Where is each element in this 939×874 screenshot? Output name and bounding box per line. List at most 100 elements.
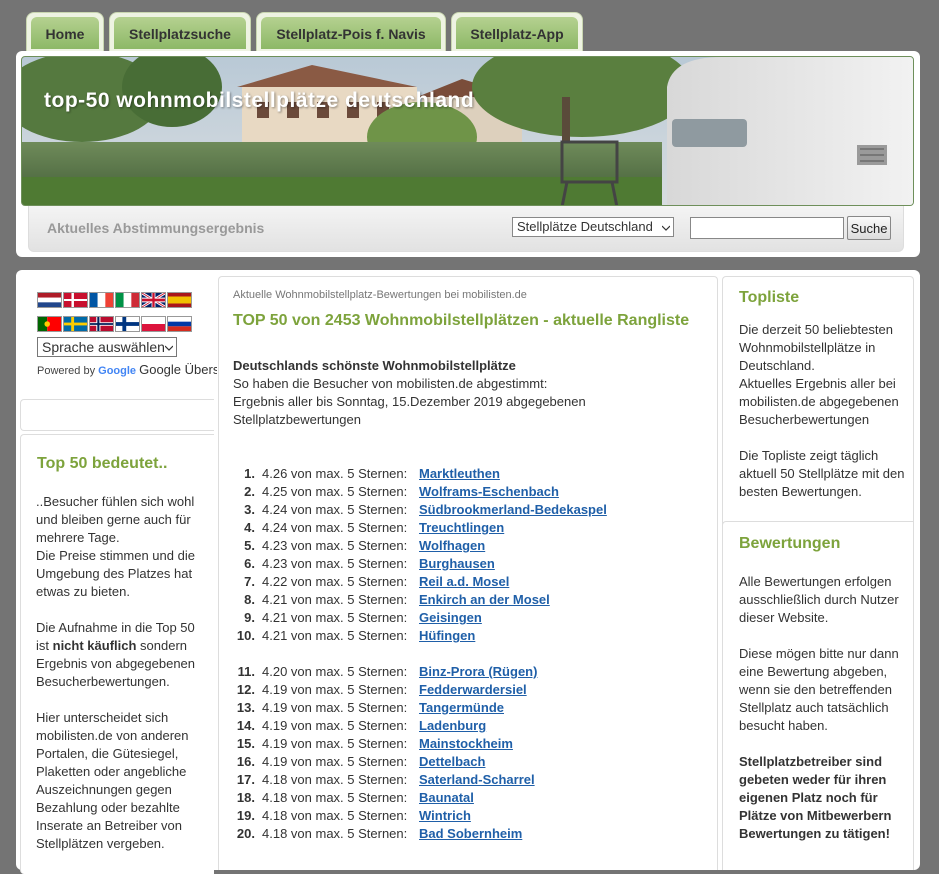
bewertungen-paragraph-1: Alle Bewertungen erfolgen ausschließlich… bbox=[739, 574, 899, 625]
place-link[interactable]: Tangermünde bbox=[419, 699, 504, 717]
rank-score: 4.19 von max. 5 Sternen: bbox=[262, 682, 408, 697]
flag-fi-icon[interactable] bbox=[115, 316, 140, 332]
place-link[interactable]: Hüfingen bbox=[419, 627, 475, 645]
rank-number: 20. bbox=[236, 826, 255, 841]
tab-stellplatz-app[interactable]: Stellplatz-App bbox=[451, 12, 583, 52]
place-link[interactable]: Wolfhagen bbox=[419, 537, 485, 555]
flag-nl-icon[interactable] bbox=[37, 292, 62, 308]
flag-ru-icon[interactable] bbox=[167, 316, 192, 332]
powered-by-label: Powered by bbox=[37, 365, 96, 377]
place-link[interactable]: Geisingen bbox=[419, 609, 482, 627]
flag-fr-icon[interactable] bbox=[89, 292, 114, 308]
right-sidebar: Topliste Die derzeit 50 beliebtesten Woh… bbox=[722, 276, 914, 870]
tab-stellplatz-pois-label[interactable]: Stellplatz-Pois f. Navis bbox=[261, 17, 441, 49]
search-button[interactable]: Suche bbox=[847, 216, 891, 240]
country-select[interactable]: Stellplätze Deutschland bbox=[512, 217, 674, 237]
rank-score: 4.24 von max. 5 Sternen: bbox=[262, 520, 408, 535]
place-link[interactable]: Mainstockheim bbox=[419, 735, 513, 753]
flag-es-icon[interactable] bbox=[167, 292, 192, 308]
powered-by-google: Powered by Google Google Übersetzer bbox=[37, 362, 217, 377]
flag-pt-icon[interactable] bbox=[37, 316, 62, 332]
search-input[interactable] bbox=[690, 217, 844, 239]
chevron-down-icon bbox=[165, 345, 173, 351]
flag-se-icon[interactable] bbox=[63, 316, 88, 332]
rank-score: 4.25 von max. 5 Sternen: bbox=[262, 484, 408, 499]
bewertungen-text: Alle Bewertungen erfolgen ausschließlich… bbox=[739, 573, 907, 843]
google-translate-link[interactable]: Google Übersetzer bbox=[139, 362, 217, 377]
place-link[interactable]: Fedderwardersiel bbox=[419, 681, 527, 699]
list-item: 6. 4.23 von max. 5 Sternen: Burghausen bbox=[231, 555, 711, 573]
bewertungen-title: Bewertungen bbox=[739, 535, 841, 552]
tab-home-label[interactable]: Home bbox=[31, 17, 99, 49]
place-link[interactable]: Südbrookmerland-Bedekaspel bbox=[419, 501, 607, 519]
main-content: Aktuelle Wohnmobilstellplatz-Bewertungen… bbox=[218, 276, 718, 870]
tab-stellplatz-pois[interactable]: Stellplatz-Pois f. Navis bbox=[256, 12, 446, 52]
rank-number: 19. bbox=[236, 808, 255, 823]
rank-number: 16. bbox=[236, 754, 255, 769]
place-link[interactable]: Wolframs-Eschenbach bbox=[419, 483, 559, 501]
list-item: 3. 4.24 von max. 5 Sternen: Südbrookmerlan… bbox=[231, 501, 711, 519]
rank-score: 4.21 von max. 5 Sternen: bbox=[262, 610, 408, 625]
list-item: 20. 4.18 von max. 5 Sternen: Bad Sobernhei… bbox=[231, 825, 711, 843]
main-intro: Deutschlands schönste Wohnmobilstellplät… bbox=[233, 357, 703, 429]
header-banner-image: top-50 wohnmobilstellplätze deutschland bbox=[21, 56, 914, 206]
tab-home[interactable]: Home bbox=[26, 12, 104, 52]
google-logo: Google bbox=[98, 365, 137, 377]
list-item: 17. 4.18 von max. 5 Sternen: Saterland-Sch… bbox=[231, 771, 711, 789]
place-link[interactable]: Binz-Prora (Rügen) bbox=[419, 663, 537, 681]
list-item: 4. 4.24 von max. 5 Sternen: Treuchtlingen bbox=[231, 519, 711, 537]
top50-paragraph-2: Die Preise stimmen und die Umgebung des … bbox=[36, 548, 195, 599]
rank-score: 4.18 von max. 5 Sternen: bbox=[262, 772, 408, 787]
flag-no-icon[interactable] bbox=[89, 316, 114, 332]
rank-number: 17. bbox=[236, 772, 255, 787]
list-item: 8. 4.21 von max. 5 Sternen: Enkirch an der… bbox=[231, 591, 711, 609]
top50-paragraph-1: ..Besucher fühlen sich wohl und bleiben … bbox=[36, 494, 195, 545]
place-link[interactable]: Reil a.d. Mosel bbox=[419, 573, 509, 591]
rank-score: 4.19 von max. 5 Sternen: bbox=[262, 718, 408, 733]
list-item: 11. 4.20 von max. 5 Sternen: Binz-Prora (R… bbox=[231, 663, 711, 681]
banner-scene bbox=[22, 57, 913, 205]
tab-stellplatz-app-label[interactable]: Stellplatz-App bbox=[456, 17, 578, 49]
place-link[interactable]: Dettelbach bbox=[419, 753, 485, 771]
rank-number: 2. bbox=[244, 484, 255, 499]
tab-stellplatzsuche-label[interactable]: Stellplatzsuche bbox=[114, 17, 246, 49]
list-item: 16. 4.19 von max. 5 Sternen: Dettelbach bbox=[231, 753, 711, 771]
list-item: 19. 4.18 von max. 5 Sternen: Wintrich bbox=[231, 807, 711, 825]
page-title: TOP 50 von 2453 Wohnmobilstellplätzen - … bbox=[233, 312, 690, 329]
language-select-value: Sprache auswählen bbox=[42, 339, 165, 355]
rank-score: 4.23 von max. 5 Sternen: bbox=[262, 538, 408, 553]
list-item: 15. 4.19 von max. 5 Sternen: Mainstockheim bbox=[231, 735, 711, 753]
top50-box-text: ..Besucher fühlen sich wohl und bleiben … bbox=[36, 493, 206, 853]
top50-paragraph-4: Hier unterscheidet sich mobilisten.de vo… bbox=[36, 710, 189, 851]
rank-score: 4.23 von max. 5 Sternen: bbox=[262, 556, 408, 571]
place-link[interactable]: Burghausen bbox=[419, 555, 495, 573]
place-link[interactable]: Bad Sobernheim bbox=[419, 825, 522, 843]
language-select[interactable]: Sprache auswählen bbox=[37, 337, 177, 357]
rank-score: 4.18 von max. 5 Sternen: bbox=[262, 826, 408, 841]
rank-number: 7. bbox=[244, 574, 255, 589]
list-item: 13. 4.19 von max. 5 Sternen: Tangermünde bbox=[231, 699, 711, 717]
flag-it-icon[interactable] bbox=[115, 292, 140, 308]
list-item: 2. 4.25 von max. 5 Sternen: Wolframs-Esche… bbox=[231, 483, 711, 501]
place-link[interactable]: Ladenburg bbox=[419, 717, 486, 735]
place-link[interactable]: Treuchtlingen bbox=[419, 519, 504, 537]
not-purchasable-text: nicht käuflich bbox=[52, 638, 137, 653]
rank-number: 4. bbox=[244, 520, 255, 535]
chevron-down-icon bbox=[662, 225, 670, 231]
list-item: 14. 4.19 von max. 5 Sternen: Ladenburg bbox=[231, 717, 711, 735]
list-item: 5. 4.23 von max. 5 Sternen: Wolfhagen bbox=[231, 537, 711, 555]
place-link[interactable]: Baunatal bbox=[419, 789, 474, 807]
rank-number: 13. bbox=[236, 700, 255, 715]
place-link[interactable]: Wintrich bbox=[419, 807, 471, 825]
flag-dk-icon[interactable] bbox=[63, 292, 88, 308]
place-link[interactable]: Saterland-Scharrel bbox=[419, 771, 535, 789]
place-link[interactable]: Marktleuthen bbox=[419, 465, 500, 483]
flag-gb-icon[interactable] bbox=[141, 292, 166, 308]
flag-pl-icon[interactable] bbox=[141, 316, 166, 332]
list-item: 18. 4.18 von max. 5 Sternen: Baunatal bbox=[231, 789, 711, 807]
rank-number: 3. bbox=[244, 502, 255, 517]
search-bar: Aktuelles Abstimmungsergebnis Stellplätz… bbox=[28, 206, 904, 252]
topliste-paragraph-1: Die derzeit 50 beliebtesten Wohnmobilste… bbox=[739, 322, 893, 373]
tab-stellplatzsuche[interactable]: Stellplatzsuche bbox=[109, 12, 251, 52]
place-link[interactable]: Enkirch an der Mosel bbox=[419, 591, 550, 609]
